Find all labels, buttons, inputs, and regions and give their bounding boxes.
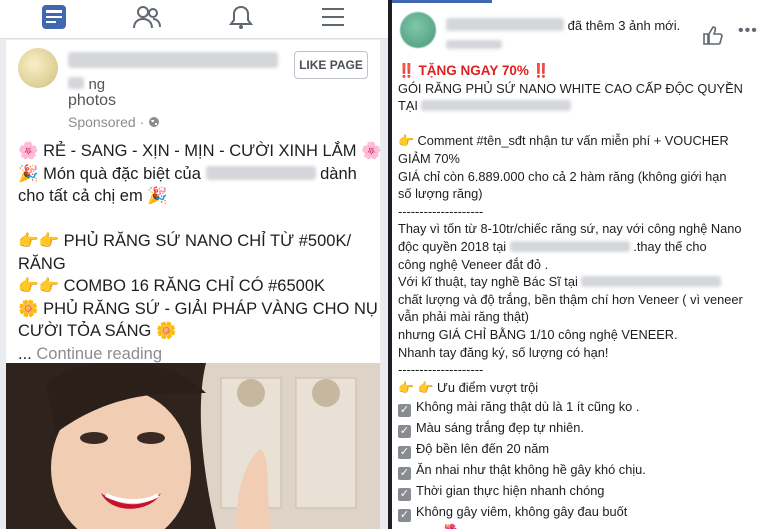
post-photo[interactable] bbox=[6, 363, 380, 529]
post-line bbox=[18, 208, 373, 231]
post-line: GÓI RĂNG PHỦ SỨ NANO WHITE CAO CẤP ĐỘC Q… bbox=[398, 80, 743, 96]
globe-icon bbox=[148, 114, 160, 130]
like-thumb-icon[interactable] bbox=[702, 24, 724, 46]
continue-reading-link[interactable]: Continue reading bbox=[36, 345, 162, 363]
post-line: 🌼 PHỦ RĂNG SỨ - GIẢI PHÁP VÀNG CHO NỤ bbox=[18, 299, 378, 318]
post-line: 👉👉 COMBO 16 RĂNG CHỈ CÓ #6500K bbox=[18, 277, 326, 295]
post-line: chất lượng và độ trắng, bền thậm chí hơn… bbox=[398, 291, 743, 307]
checkbox-icon: ✓ bbox=[398, 509, 411, 523]
post-line: TẠI bbox=[398, 97, 764, 115]
page-name-suffix: ng bbox=[88, 76, 106, 93]
post-text: 🌸 RẺ - SANG - XỊN - MỊN - CƯỜI XINH LẮM … bbox=[18, 140, 382, 366]
post-line: 👉👉 PHỦ RĂNG SỨ NANO CHỈ TỪ #500K/ bbox=[18, 232, 352, 250]
post-body: ‼️ TẶNG NGAY 70% ‼️ GÓI RĂNG PHỦ SỨ NANO… bbox=[398, 62, 764, 529]
dot-separator: · bbox=[139, 114, 145, 130]
like-page-button[interactable]: LIKE PAGE bbox=[294, 51, 368, 79]
ellipsis: ... bbox=[18, 344, 32, 363]
list-item: ✓ Không gây viêm, không gây đau buốt bbox=[398, 504, 628, 523]
sponsored-text: Sponsored bbox=[68, 114, 136, 130]
added-photos-text: đã thêm 3 ảnh mới. bbox=[567, 18, 681, 33]
post-line: 🎉 Món quà đặc biệt của dành bbox=[18, 164, 357, 183]
post-line: 🌸 RẺ - SANG - XỊN - MỊN - CƯỜI XINH LẮM … bbox=[18, 142, 382, 160]
post-line: Thay vì tốn từ 8-10tr/chiếc răng sứ, nay… bbox=[398, 221, 742, 237]
post-line: 👉 👉 Ưu điểm vượt trội bbox=[398, 379, 539, 395]
mobile-feed-panel: ng photos Sponsored · LIKE PAGE 🌸 RẺ - S… bbox=[0, 0, 388, 529]
checkbox-icon: ✓ bbox=[398, 425, 411, 439]
post-line: Nhanh tay đăng ký, số lượng có hạn! bbox=[398, 344, 609, 360]
page-name[interactable]: ng bbox=[68, 52, 278, 94]
list-item: ✓ Độ bền lên đến 20 năm bbox=[398, 441, 550, 460]
post-line: GIẢM 70% bbox=[398, 150, 460, 166]
post-line: nhưng GIÁ CHỈ BẰNG 1/10 công nghệ VENEER… bbox=[398, 326, 678, 342]
list-item: ✓ Thời gian thực hiện nhanh chóng bbox=[398, 483, 605, 502]
checkbox-icon: ✓ bbox=[398, 446, 411, 460]
menu-icon[interactable] bbox=[320, 4, 350, 32]
sponsored-label: Sponsored · bbox=[68, 114, 160, 130]
notifications-bell-icon[interactable] bbox=[228, 4, 258, 32]
sponsored-post: ng photos Sponsored · LIKE PAGE 🌸 RẺ - S… bbox=[6, 40, 382, 529]
post-line: Với kĩ thuật, tay nghề Bác Sĩ tại bbox=[398, 273, 764, 291]
headline-line: ‼️ TẶNG NGAY 70% ‼️ bbox=[398, 63, 550, 78]
post-line: -------------------- bbox=[398, 203, 484, 219]
post-line: vẫn phải mài răng thật) bbox=[398, 309, 529, 325]
photos-label: photos bbox=[68, 92, 117, 109]
more-options-icon[interactable]: ••• bbox=[738, 22, 758, 40]
checkbox-icon: ✓ bbox=[398, 488, 411, 502]
post-line: 👉 Comment #tên_sđt nhận tư vấn miễn phí … bbox=[398, 133, 729, 149]
post-line: GIÁ chỉ còn 6.889.000 cho cả 2 hàm răng … bbox=[398, 168, 727, 184]
checkbox-icon: ✓ bbox=[398, 404, 411, 418]
post-line: công nghệ Veneer đắt đỏ . bbox=[398, 256, 549, 272]
post-line: -------------------- bbox=[398, 362, 484, 378]
news-feed-icon[interactable] bbox=[41, 4, 71, 32]
post-line: cho tất cả chị em 🎉 bbox=[18, 187, 168, 205]
post-line bbox=[398, 115, 764, 133]
poster-avatar[interactable] bbox=[400, 12, 436, 48]
benefits-list: ✓ Không mài răng thật dù là 1 ít cũng ko … bbox=[398, 396, 764, 523]
top-nav-bar bbox=[0, 0, 388, 39]
post-timestamp[interactable] bbox=[446, 36, 502, 54]
list-item: ✓ Ăn nhai như thật không hề gây khó chịu. bbox=[398, 462, 646, 481]
list-item: ✓ Không mài răng thật dù là 1 ít cũng ko … bbox=[398, 399, 640, 418]
desktop-post-panel: đã thêm 3 ảnh mới. ••• ‼️ TẶNG NGAY 70% … bbox=[392, 0, 768, 529]
post-line: ... Continue reading bbox=[18, 343, 373, 366]
post-line: CƯỜI TỎA SÁNG 🌼 bbox=[18, 322, 177, 340]
post-line: RĂNG bbox=[18, 254, 66, 273]
active-tab-indicator bbox=[392, 0, 492, 3]
post-line: số lượng răng) bbox=[398, 186, 483, 202]
poster-name[interactable] bbox=[446, 18, 564, 31]
post-header: đã thêm 3 ảnh mới. bbox=[446, 18, 680, 33]
separator-line: ======🌺====== bbox=[398, 522, 764, 529]
checkbox-icon: ✓ bbox=[398, 467, 411, 481]
friends-icon[interactable] bbox=[133, 4, 163, 32]
post-line: độc quyền 2018 tại .thay thế cho bbox=[398, 238, 707, 254]
list-item: ✓ Màu sáng trắng đẹp tự nhiên. bbox=[398, 420, 584, 439]
page-avatar[interactable] bbox=[18, 48, 58, 88]
